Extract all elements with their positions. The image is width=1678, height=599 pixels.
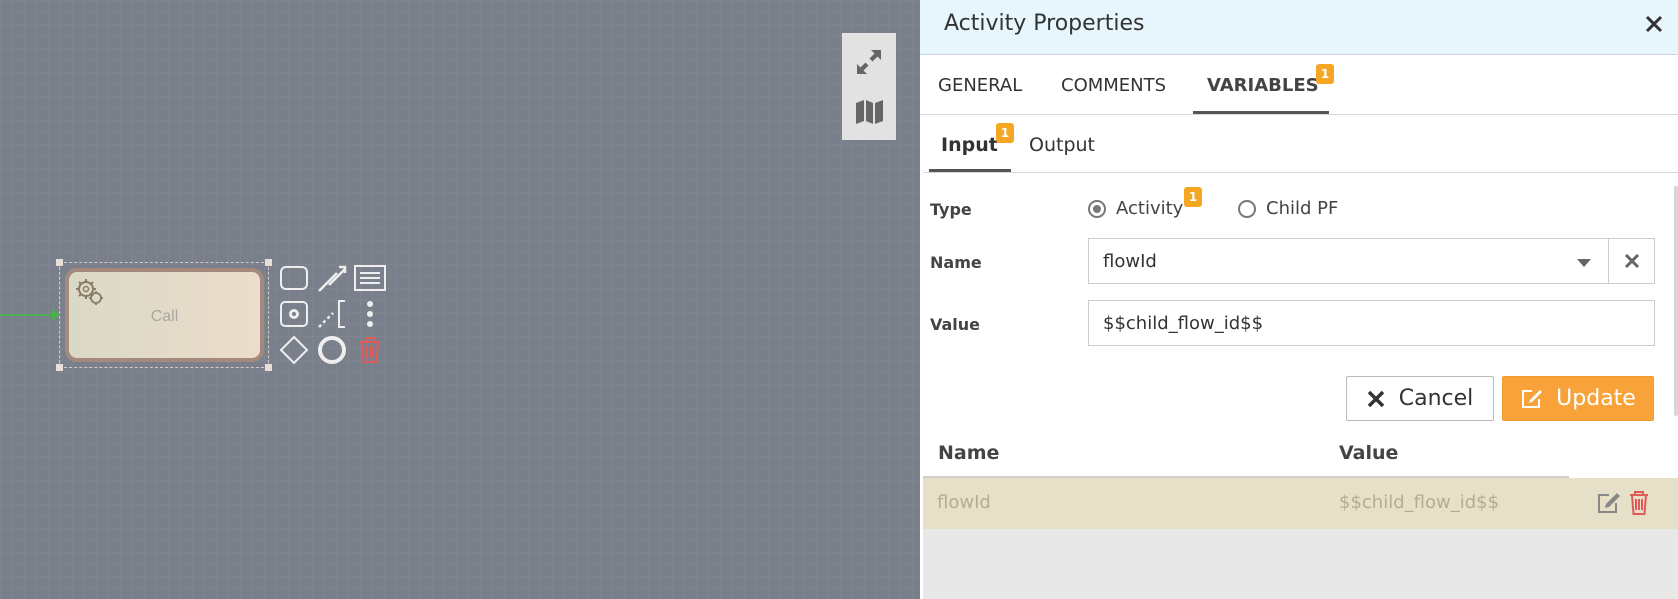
edit-icon[interactable] <box>1596 490 1622 516</box>
trash-icon[interactable] <box>1626 490 1652 516</box>
tab-output[interactable]: Output <box>1029 116 1095 172</box>
radio-checked-icon <box>1088 199 1106 218</box>
properties-tabs: GENERAL COMMENTS VARIABLES 1 <box>920 56 1678 115</box>
circle-icon[interactable] <box>316 334 348 366</box>
grid-empty-area <box>923 529 1678 599</box>
magic-wand-icon[interactable] <box>316 262 348 294</box>
activity-properties-panel: Activity Properties GENERAL COMMENTS VAR… <box>920 0 1678 599</box>
activity-count-badge: 1 <box>1184 187 1202 207</box>
tab-variables[interactable]: VARIABLES <box>1193 56 1329 114</box>
type-label: Type <box>930 200 972 219</box>
update-button[interactable]: Update <box>1502 376 1654 421</box>
trash-icon[interactable] <box>354 334 386 366</box>
column-header-value[interactable]: Value <box>1339 442 1398 464</box>
list-icon[interactable] <box>354 262 386 294</box>
row-value: $$child_flow_id$$ <box>1339 492 1500 513</box>
table-row[interactable]: flowId $$child_flow_id$$ <box>923 478 1678 529</box>
tab-general[interactable]: GENERAL <box>938 56 1022 114</box>
expand-icon[interactable] <box>842 37 896 87</box>
rounded-rect-icon[interactable] <box>278 262 310 294</box>
edit-icon <box>1522 389 1543 408</box>
radio-label: Activity <box>1116 198 1184 219</box>
dotted-connection-icon[interactable] <box>316 298 348 330</box>
row-name: flowId <box>937 492 991 513</box>
tab-comments[interactable]: COMMENTS <box>1061 56 1166 114</box>
type-radio-child-pf[interactable]: Child PF <box>1238 198 1338 219</box>
clear-name-button[interactable] <box>1608 238 1655 284</box>
close-icon <box>1367 390 1384 407</box>
sequence-flow[interactable] <box>0 314 58 316</box>
gear-box-icon[interactable] <box>278 298 310 330</box>
cancel-label: Cancel <box>1398 386 1474 411</box>
resize-handle[interactable] <box>56 364 63 371</box>
tab-variables-label: VARIABLES <box>1207 75 1319 96</box>
call-activity-task[interactable]: Call <box>65 268 264 362</box>
canvas-toolbar <box>842 33 896 140</box>
radio-label: Child PF <box>1266 198 1339 219</box>
name-select[interactable]: flowId <box>1088 238 1610 284</box>
panel-header: Activity Properties <box>920 0 1678 55</box>
radio-unchecked-icon <box>1238 199 1256 218</box>
column-header-name[interactable]: Name <box>938 442 999 464</box>
diagram-canvas[interactable]: Call <box>0 0 920 599</box>
map-icon[interactable] <box>842 87 896 137</box>
close-icon <box>1624 253 1639 269</box>
more-vertical-icon[interactable] <box>354 298 386 330</box>
variables-grid-header: Name Value <box>923 432 1678 478</box>
variables-count-badge: 1 <box>1316 64 1334 84</box>
diamond-icon[interactable] <box>278 334 310 366</box>
update-label: Update <box>1556 386 1636 411</box>
tab-input-label: Input <box>941 134 998 156</box>
value-input[interactable] <box>1088 300 1655 346</box>
input-count-badge: 1 <box>996 123 1014 143</box>
variable-subtabs: Input 1 Output <box>923 116 1678 173</box>
resize-handle[interactable] <box>265 259 272 266</box>
cancel-button[interactable]: Cancel <box>1346 376 1494 421</box>
type-radio-activity[interactable]: Activity <box>1088 198 1183 219</box>
name-label: Name <box>930 253 982 272</box>
scrollbar[interactable] <box>1674 186 1678 416</box>
chevron-down-icon <box>1577 259 1591 267</box>
close-icon[interactable] <box>1642 12 1666 36</box>
panel-title: Activity Properties <box>944 11 1145 36</box>
value-label: Value <box>930 315 981 334</box>
resize-handle[interactable] <box>56 259 63 266</box>
task-label: Call <box>150 308 179 325</box>
name-select-value: flowId <box>1103 251 1157 272</box>
resize-handle[interactable] <box>265 364 272 371</box>
